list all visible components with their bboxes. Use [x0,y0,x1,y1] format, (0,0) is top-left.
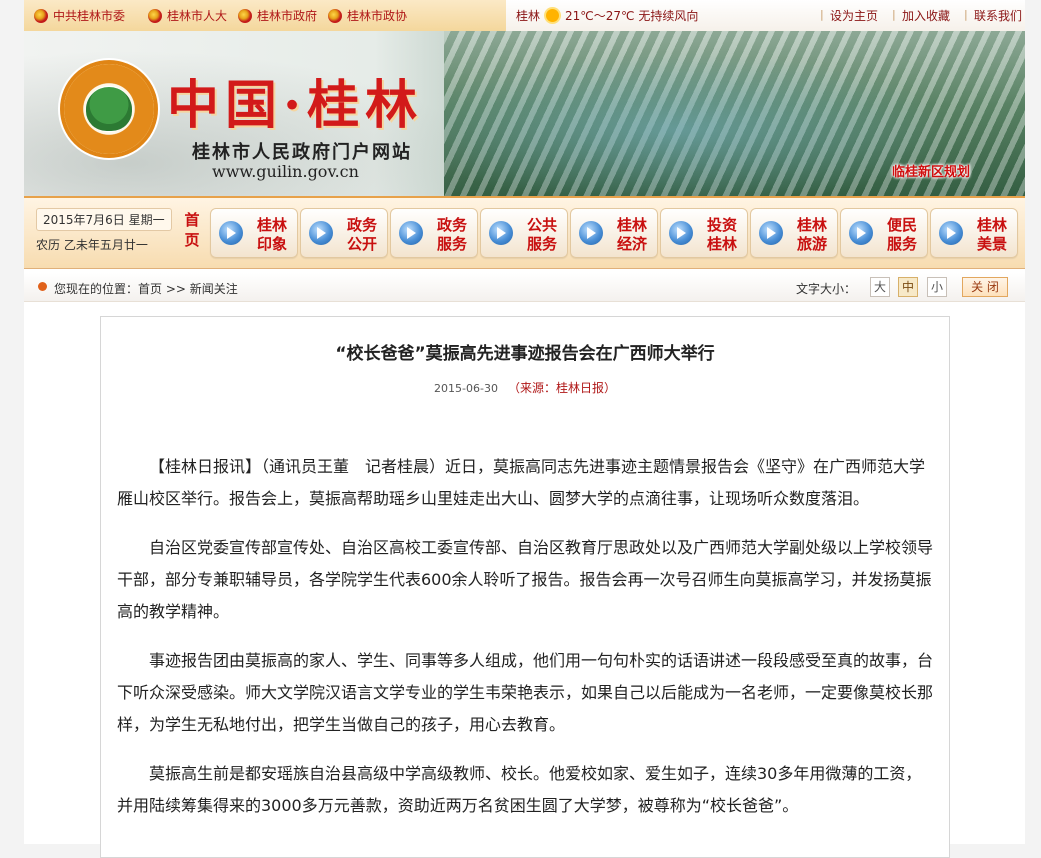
font-size-label: 文字大小： [796,282,857,296]
national-emblem-icon [238,9,252,23]
weather-desc: 无持续风向 [638,9,699,23]
nav-item-invest-guilin[interactable]: 投资 桂林 [660,208,748,258]
gregorian-date: 2015年7月6日 星期一 [36,208,172,231]
site-subtitle: 桂林市人民政府门户网站 [192,142,412,163]
arrow-circle-icon [309,221,333,245]
article-meta: 2015-06-30 （来源：桂林日报） [101,379,949,396]
breadcrumb[interactable]: 您现在的位置：首页 >> 新闻关注 [54,280,238,297]
set-homepage-link[interactable]: 设为主页 [830,7,878,24]
arrow-circle-icon [579,221,603,245]
national-emblem-icon [148,9,162,23]
nav-item-guilin-economy[interactable]: 桂林 经济 [570,208,658,258]
nav-item-guilin-scenery[interactable]: 桂林 美景 [930,208,1018,258]
close-button[interactable]: 关 闭 [962,277,1008,297]
nav-home[interactable]: 首页 [180,210,204,256]
top-links-bar: 中共桂林市委 桂林市人大 桂林市政府 桂林市政协 桂林 21℃～27℃ 无持续风向… [24,0,1025,32]
lunar-date: 农历 乙未年五月廿一 [36,238,148,252]
bullet-icon [38,282,47,291]
arrow-circle-icon [939,221,963,245]
weather-widget: 桂林 21℃～27℃ 无持续风向 [516,7,698,24]
date-panel: 2015年7月6日 星期一 农历 乙未年五月廿一 [30,208,178,258]
breadcrumb-bar: 您现在的位置：首页 >> 新闻关注 文字大小： 大 中 小 关 闭 [24,273,1025,302]
nav-item-guilin-impression[interactable]: 桂林 印象 [210,208,298,258]
nav-item-gov-services[interactable]: 政务 服务 [390,208,478,258]
top-link-party-committee[interactable]: 中共桂林市委 [34,7,125,24]
site-title: 中国·桂林 [167,75,424,136]
arrow-circle-icon [489,221,513,245]
top-link-cppcc[interactable]: 桂林市政协 [328,7,407,24]
add-favorite-link[interactable]: 加入收藏 [902,7,950,24]
article-paragraph: 莫振高生前是都安瑶族自治县高级中学高级教师、校长。他爱校如家、爱生如子，连续30… [117,764,922,815]
plan-label: 临桂新区规划 [892,165,971,180]
arrow-circle-icon [669,221,693,245]
article-paragraph: 【桂林日报讯】（通讯员王董 记者桂晨）近日，莫振高同志先进事迹主题情景报告会《坚… [117,457,926,508]
contact-us-link[interactable]: 联系我们 [974,7,1022,24]
font-size-large-button[interactable]: 大 [870,277,890,297]
nav-item-citizen-services[interactable]: 便民 服务 [840,208,928,258]
article-panel: “校长爸爸”莫振高先进事迹报告会在广西师大举行 2015-06-30 （来源：桂林… [100,316,950,858]
logo-center-icon [86,87,132,131]
header-banner: 中国·桂林 桂林市人民政府门户网站 www.guilin.gov.cn 临桂新区… [24,31,1025,196]
article-paragraph: 自治区党委宣传部宣传处、自治区高校工委宣传部、自治区教育厅思政处以及广西师范大学… [117,538,934,621]
weather-city: 桂林 [516,9,541,23]
arrow-circle-icon [399,221,423,245]
arrow-circle-icon [849,221,873,245]
article-body: 【桂林日报讯】（通讯员王董 记者桂晨）近日，莫振高同志先进事迹主题情景报告会《坚… [117,451,934,839]
arrow-circle-icon [759,221,783,245]
party-emblem-icon [34,9,48,23]
article-source: （来源：桂林日报） [507,381,616,395]
nav-item-guilin-tourism[interactable]: 桂林 旅游 [750,208,838,258]
article-date: 2015-06-30 [434,382,498,395]
main-nav: 2015年7月6日 星期一 农历 乙未年五月廿一 首页 桂林 印象 政务 公开 政务… [24,196,1025,269]
arrow-circle-icon [219,221,243,245]
separator: | [964,8,968,21]
site-url: www.guilin.gov.cn [212,162,359,181]
weather-temp: 21℃～27℃ [565,9,635,23]
separator: | [892,8,896,21]
separator: | [820,8,824,21]
top-right-panel: 桂林 21℃～27℃ 无持续风向 | 设为主页 | 加入收藏 | 联系我们 [506,0,1025,31]
top-link-government[interactable]: 桂林市政府 [238,7,317,24]
nav-item-public-services[interactable]: 公共 服务 [480,208,568,258]
top-link-congress[interactable]: 桂林市人大 [148,7,227,24]
sun-icon [546,9,560,22]
font-size-medium-button[interactable]: 中 [898,277,918,297]
article-title: “校长爸爸”莫振高先进事迹报告会在广西师大举行 [335,344,715,364]
font-size-small-button[interactable]: 小 [927,277,947,297]
page: 中共桂林市委 桂林市人大 桂林市政府 桂林市政协 桂林 21℃～27℃ 无持续风向… [24,0,1025,858]
article-paragraph: 事迹报告团由莫振高的家人、学生、同事等多人组成，他们用一句句朴实的话语讲述一段段… [117,651,934,734]
nav-item-gov-affairs-open[interactable]: 政务 公开 [300,208,388,258]
cppcc-emblem-icon [328,9,342,23]
